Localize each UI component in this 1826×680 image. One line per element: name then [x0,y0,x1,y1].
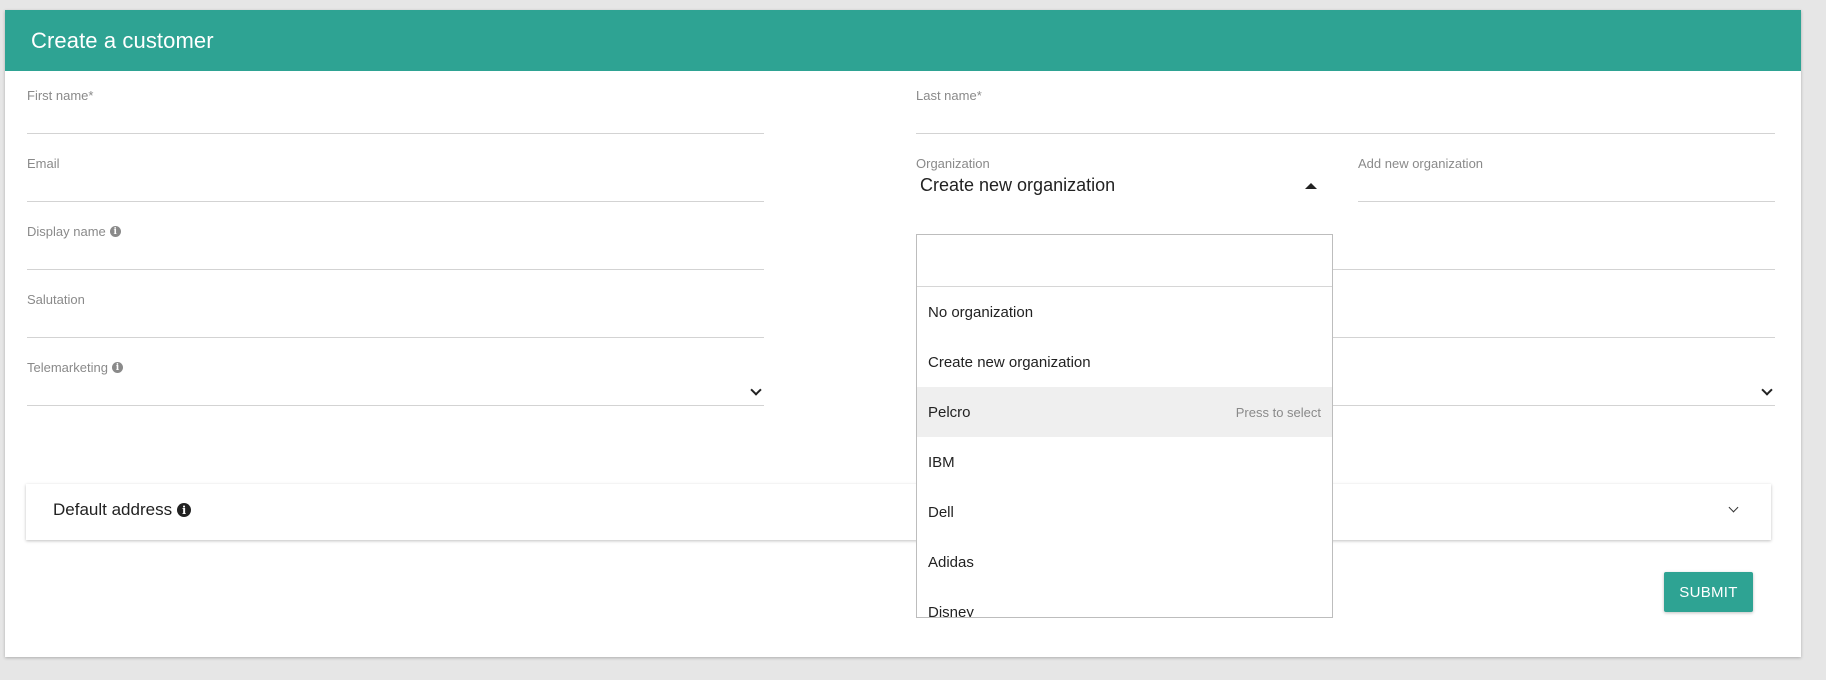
add-new-organization-underline [1358,201,1775,202]
dropdown-option[interactable]: Create new organization [917,337,1332,387]
salutation-label: Salutation [27,292,85,307]
right-row-5-underline [1333,405,1775,406]
dropdown-option-label: Create new organization [928,353,1091,371]
info-icon[interactable]: i [109,226,121,237]
page-title: Create a customer [31,27,214,53]
telemarketing-label: Telemarketing i [27,360,123,375]
organization-selected-value: Create new organization [920,175,1116,195]
chevron-down-icon[interactable] [750,384,762,396]
dropdown-option[interactable]: Adidas [917,537,1332,587]
press-to-select-hint: Press to select [1235,404,1321,420]
email-field[interactable]: Email [27,156,764,202]
default-address-title-text: Default address [53,500,173,519]
salutation-field[interactable]: Salutation [27,292,764,338]
organization-dropdown: No organization Create new organization … [916,234,1333,618]
dropdown-option-label: Disney [928,603,974,618]
salutation-underline [27,337,764,338]
dropdown-option-label: No organization [928,303,1034,321]
telemarketing-select[interactable]: Telemarketing i [27,360,764,406]
dropdown-option[interactable]: No organization [917,287,1332,337]
right-row-3-field[interactable] [1333,224,1775,270]
right-row-4-field[interactable] [1333,292,1775,338]
default-address-accordion[interactable]: Default address i [26,484,1771,540]
right-row-3-underline [1333,269,1775,270]
display-name-underline [27,269,764,270]
dropdown-option-highlighted[interactable]: Pelcro Press to select [917,387,1332,437]
email-label: Email [27,156,60,171]
dropdown-option-label: Dell [928,503,954,521]
dropdown-option[interactable]: IBM [917,437,1332,487]
submit-button[interactable]: SUBMIT [1664,572,1753,612]
telemarketing-label-text: Telemarketing [27,360,108,375]
organization-search-input[interactable] [917,235,1332,287]
info-icon[interactable]: i [177,503,192,517]
last-name-field[interactable]: Last name* [916,88,1775,134]
first-name-label: First name* [27,88,94,103]
chevron-down-icon[interactable] [1761,384,1773,396]
info-icon[interactable]: i [111,362,123,373]
last-name-label: Last name* [916,88,982,103]
first-name-field[interactable]: First name* [27,88,764,134]
dropdown-option-label: Pelcro [928,403,971,421]
dropdown-option[interactable]: Disney [917,587,1332,618]
display-name-label-text: Display name [27,224,106,239]
dropdown-option-label: Adidas [928,553,974,571]
organization-label: Organization [916,156,990,171]
first-name-underline [27,133,764,134]
add-new-organization-field[interactable]: Add new organization [1358,156,1775,202]
display-name-label: Display name i [27,224,121,239]
dropdown-option-label: IBM [928,453,955,471]
add-new-organization-label: Add new organization [1358,156,1484,171]
email-underline [27,201,764,202]
right-row-4-underline [1333,337,1775,338]
caret-up-icon[interactable] [1305,183,1317,189]
dropdown-option[interactable]: Dell [917,487,1332,537]
card-header: Create a customer [5,10,1801,71]
default-address-title: Default address i [53,500,192,520]
display-name-field[interactable]: Display name i [27,224,764,270]
last-name-underline [916,133,1775,134]
right-row-5-select[interactable] [1333,360,1775,406]
telemarketing-underline [27,405,764,406]
chevron-down-icon[interactable] [1728,502,1739,513]
organization-select[interactable]: Organization Create new organization [916,156,1333,202]
